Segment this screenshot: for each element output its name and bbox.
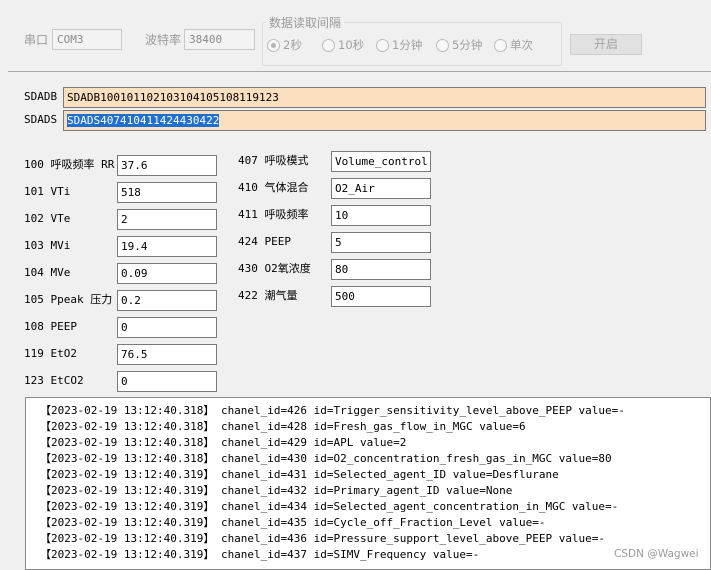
param-mve-field[interactable]: 0.09 xyxy=(117,263,217,284)
baud-label: 波特率 xyxy=(145,33,182,47)
param-label: 103 MVi xyxy=(24,239,71,252)
param-peep-set-field[interactable]: 5 xyxy=(331,232,431,253)
param-mode-field[interactable]: Volume_control xyxy=(331,151,431,172)
log-line: 【2023-02-19 13:12:40.318】 chanel_id=430 … xyxy=(40,452,612,465)
param-label: 411 呼吸频率 xyxy=(238,208,309,221)
radio-2s[interactable]: 2秒 xyxy=(267,37,302,53)
radio-icon xyxy=(436,38,449,52)
sdads-label: SDADS xyxy=(24,113,58,126)
param-eto2-field[interactable]: 76.5 xyxy=(117,344,217,365)
param-ppeak-field[interactable]: 0.2 xyxy=(117,290,217,311)
radio-1min[interactable]: 1分钟 xyxy=(376,37,422,53)
param-label: 108 PEEP xyxy=(24,320,77,333)
watermark: CSDN @Wagwei xyxy=(614,548,699,560)
param-tidal-field[interactable]: 500 xyxy=(331,286,431,307)
param-label: 102 VTe xyxy=(24,212,71,225)
sdads-field[interactable]: SDADS407410411424430422 xyxy=(63,110,706,131)
log-line: 【2023-02-19 13:12:40.318】 chanel_id=426 … xyxy=(40,404,625,417)
interval-group-title: 数据读取间隔 xyxy=(266,14,345,31)
start-button[interactable]: 开启 xyxy=(570,34,642,55)
sdads-value-selected: SDADS407410411424430422 xyxy=(67,114,220,127)
param-label: 119 EtO2 xyxy=(24,347,77,360)
param-label: 101 VTi xyxy=(24,185,71,198)
baud-field[interactable]: 38400 xyxy=(184,29,255,50)
param-etco2-field[interactable]: 0 xyxy=(117,371,217,392)
port-field[interactable]: COM3 xyxy=(52,29,122,50)
radio-icon xyxy=(322,38,335,52)
param-gasmix-field[interactable]: O2_Air xyxy=(331,178,431,199)
radio-selected-icon xyxy=(267,38,280,52)
log-line: 【2023-02-19 13:12:40.319】 chanel_id=434 … xyxy=(40,500,619,513)
param-label: 407 呼吸模式 xyxy=(238,154,309,167)
param-label: 105 Ppeak 压力 xyxy=(24,293,113,306)
sdadb-label: SDADB xyxy=(24,90,58,103)
param-vte-field[interactable]: 2 xyxy=(117,209,217,230)
log-line: 【2023-02-19 13:12:40.319】 chanel_id=431 … xyxy=(40,468,559,481)
log-line: 【2023-02-19 13:12:40.319】 chanel_id=432 … xyxy=(40,484,513,497)
log-line: 【2023-02-19 13:12:40.318】 chanel_id=428 … xyxy=(40,420,526,433)
param-rr-field[interactable]: 37.6 xyxy=(117,155,217,176)
radio-icon xyxy=(494,38,507,52)
param-peep-field[interactable]: 0 xyxy=(117,317,217,338)
param-label: 104 MVe xyxy=(24,266,71,279)
param-label: 410 气体混合 xyxy=(238,181,309,194)
log-line: 【2023-02-19 13:12:40.319】 chanel_id=435 … xyxy=(40,516,546,529)
log-line: 【2023-02-19 13:12:40.319】 chanel_id=436 … xyxy=(40,532,606,545)
sdadb-value: SDADB100101102103104105108119123 xyxy=(67,91,279,104)
radio-5min[interactable]: 5分钟 xyxy=(436,37,482,53)
param-vti-field[interactable]: 518 xyxy=(117,182,217,203)
log-line: 【2023-02-19 13:12:40.319】 chanel_id=437 … xyxy=(40,548,480,561)
port-label: 串口 xyxy=(24,33,49,47)
log-textarea[interactable]: 【2023-02-19 13:12:40.318】 chanel_id=426 … xyxy=(25,397,711,570)
param-label: 424 PEEP xyxy=(238,235,291,248)
param-mvi-field[interactable]: 19.4 xyxy=(117,236,217,257)
param-label: 430 O2氧浓度 xyxy=(238,262,311,275)
radio-icon xyxy=(376,38,389,52)
param-rate-field[interactable]: 10 xyxy=(331,205,431,226)
radio-10s[interactable]: 10秒 xyxy=(322,37,364,53)
sdadb-field[interactable]: SDADB100101102103104105108119123 xyxy=(63,87,706,108)
param-label: 123 EtCO2 xyxy=(24,374,84,387)
param-label: 422 潮气量 xyxy=(238,289,298,302)
log-line: 【2023-02-19 13:12:40.318】 chanel_id=429 … xyxy=(40,436,407,449)
radio-single[interactable]: 单次 xyxy=(494,37,533,53)
param-o2-field[interactable]: 80 xyxy=(331,259,431,280)
param-label: 100 呼吸频率 RR xyxy=(24,158,115,171)
divider xyxy=(8,71,711,72)
